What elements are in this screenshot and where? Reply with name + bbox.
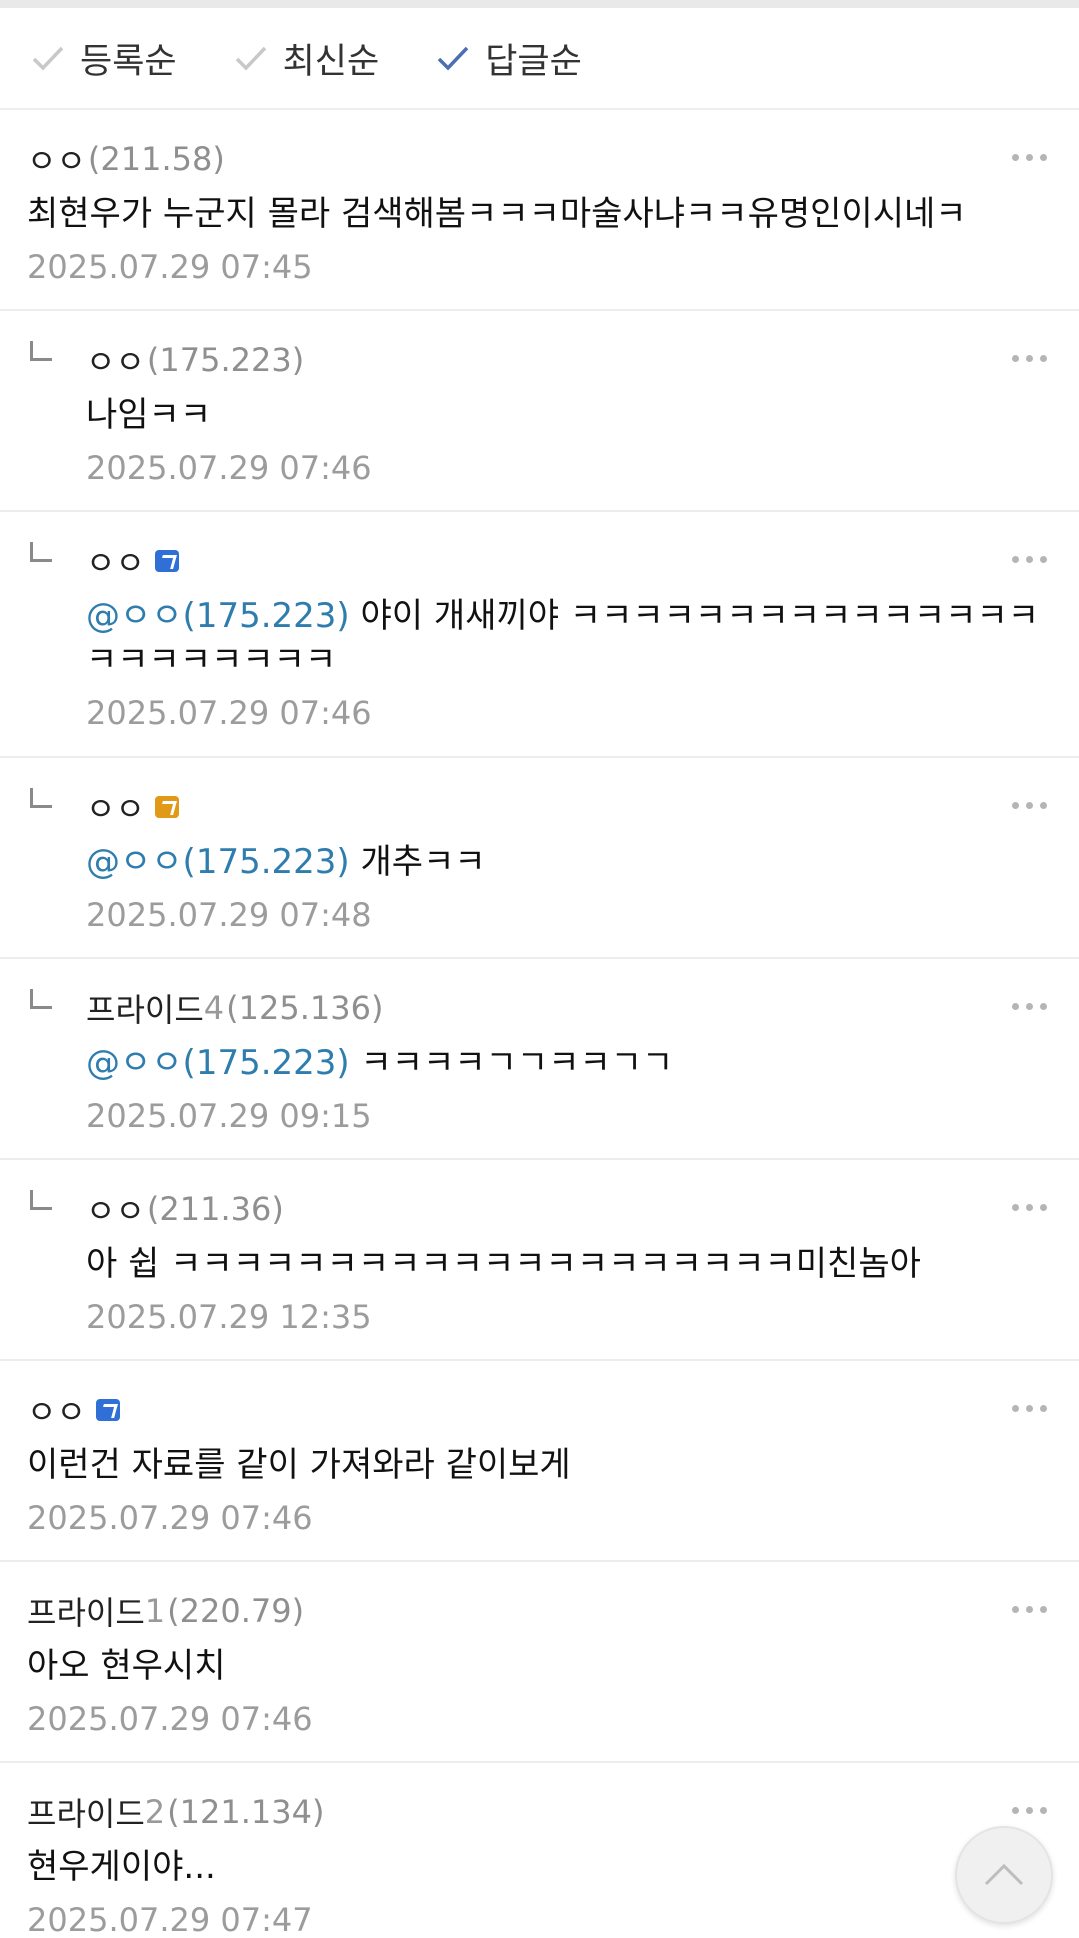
- top-divider: [0, 0, 1079, 8]
- comment-date: 2025.07.29 07:46: [27, 1499, 313, 1537]
- reply-item: ㅇㅇ @ㅇㅇ(175.223) 야이 개새끼야 ㅋㅋㅋㅋㅋㅋㅋㅋㅋㅋㅋㅋㅋㅋㅋㅋ…: [0, 512, 1079, 758]
- more-options-icon[interactable]: [1012, 355, 1047, 362]
- nickname[interactable]: 프라이드: [27, 1789, 145, 1835]
- comment-body: ㅋㅋㅋㅋㄱㄱㅋㅋㄱㄱ: [349, 1043, 674, 1083]
- fixed-nick-badge-icon: [95, 1399, 120, 1421]
- comment-date: 2025.07.29 07:46: [86, 694, 372, 732]
- comment-author: 프라이드 4 (125.136): [86, 983, 1039, 1033]
- nickname[interactable]: 프라이드: [86, 985, 204, 1031]
- mention-link[interactable]: @ㅇㅇ(175.223): [86, 1043, 350, 1083]
- comment-date: 2025.07.29 07:45: [27, 248, 313, 286]
- comment-author: 프라이드 2 (121.134): [27, 1787, 1039, 1837]
- comment-author: ㅇㅇ (175.223): [86, 335, 1039, 385]
- comment-author: ㅇㅇ: [86, 782, 1039, 832]
- nickname-number: 4: [203, 989, 225, 1027]
- comment-author: ㅇㅇ (211.36): [86, 1184, 1039, 1234]
- more-options-icon[interactable]: [1012, 1606, 1047, 1613]
- comment-item: ㅇㅇ (211.58) 최현우가 누군지 몰라 검색해봄ㅋㅋㅋ마술사냐ㅋㅋ유명인…: [0, 110, 1079, 311]
- fixed-nick-badge-icon: [154, 796, 179, 818]
- chevron-up-icon: [984, 1863, 1024, 1886]
- comment-date: 2025.07.29 07:47: [27, 1901, 313, 1938]
- nickname-number: 1: [144, 1592, 166, 1630]
- nickname[interactable]: ㅇㅇ: [86, 337, 145, 383]
- sort-latest[interactable]: 최신순: [233, 33, 380, 84]
- comment-date: 2025.07.29 07:46: [86, 449, 372, 487]
- reply-item: ㅇㅇ (211.36) 아 쉽 ㅋㅋㅋㅋㅋㅋㅋㅋㅋㅋㅋㅋㅋㅋㅋㅋㅋㅋㅋㅋ미친놈아…: [0, 1160, 1079, 1361]
- nickname[interactable]: ㅇㅇ: [86, 784, 145, 830]
- reply-arrow-icon: [30, 1190, 52, 1210]
- scroll-to-top-button[interactable]: [955, 1826, 1053, 1924]
- reply-arrow-icon: [30, 341, 52, 361]
- comment-date: 2025.07.29 07:48: [86, 896, 372, 934]
- comment-date: 2025.07.29 12:35: [86, 1298, 372, 1336]
- more-options-icon[interactable]: [1012, 556, 1047, 563]
- sort-latest-label: 최신순: [282, 41, 380, 82]
- comment-item: 프라이드 2 (121.134) 현우게이야... 2025.07.29 07:4…: [0, 1763, 1079, 1938]
- nickname[interactable]: 프라이드: [27, 1588, 145, 1634]
- ip-address: (125.136): [226, 989, 384, 1027]
- comment-date: 2025.07.29 07:46: [27, 1700, 313, 1738]
- mention-link[interactable]: @ㅇㅇ(175.223): [86, 596, 350, 636]
- comment-author: ㅇㅇ: [86, 536, 1039, 586]
- comment-text: 현우게이야...: [27, 1847, 216, 1887]
- comment-text: @ㅇㅇ(175.223) 야이 개새끼야 ㅋㅋㅋㅋㅋㅋㅋㅋㅋㅋㅋㅋㅋㅋㅋㅋㅋㅋㅋ…: [86, 594, 1039, 682]
- ip-address: (211.58): [87, 140, 225, 178]
- more-options-icon[interactable]: [1012, 802, 1047, 809]
- more-options-icon[interactable]: [1012, 1405, 1047, 1412]
- comment-author: ㅇㅇ (211.58): [27, 134, 1039, 184]
- nickname[interactable]: ㅇㅇ: [86, 1186, 145, 1232]
- comment-text: 아 쉽 ㅋㅋㅋㅋㅋㅋㅋㅋㅋㅋㅋㅋㅋㅋㅋㅋㅋㅋㅋㅋ미친놈아: [86, 1244, 921, 1284]
- more-options-icon[interactable]: [1012, 1003, 1047, 1010]
- fixed-nick-badge-icon: [154, 550, 179, 572]
- ip-address: (220.79): [167, 1592, 305, 1630]
- reply-arrow-icon: [30, 989, 52, 1009]
- ip-address: (211.36): [146, 1190, 284, 1228]
- comment-text: @ㅇㅇ(175.223) 개추ㅋㅋ: [86, 840, 1039, 884]
- sort-registered-label: 등록순: [80, 41, 177, 82]
- nickname[interactable]: ㅇㅇ: [86, 538, 145, 584]
- more-options-icon[interactable]: [1012, 154, 1047, 161]
- comment-body: 개추ㅋㅋ: [349, 842, 486, 882]
- reply-item: ㅇㅇ (175.223) 나임ㅋㅋ 2025.07.29 07:46: [0, 311, 1079, 512]
- comment-author: ㅇㅇ: [27, 1385, 1039, 1435]
- comment-text: @ㅇㅇ(175.223) ㅋㅋㅋㅋㄱㄱㅋㅋㄱㄱ: [86, 1041, 1039, 1085]
- comment-date: 2025.07.29 09:15: [86, 1097, 372, 1135]
- comment-text: 아오 현우시치: [27, 1646, 226, 1686]
- sort-replies-label: 답글순: [485, 41, 582, 82]
- ip-address: (121.134): [167, 1793, 325, 1831]
- comment-text: 최현우가 누군지 몰라 검색해봄ㅋㅋㅋ마술사냐ㅋㅋ유명인이시네ㅋ: [27, 194, 967, 234]
- reply-arrow-icon: [30, 788, 52, 808]
- comment-text: 이런건 자료를 같이 가져와라 같이보게: [27, 1445, 571, 1485]
- comment-item: ㅇㅇ 이런건 자료를 같이 가져와라 같이보게 2025.07.29 07:46: [0, 1361, 1079, 1562]
- sort-replies[interactable]: 답글순: [435, 33, 582, 84]
- sort-bar: 등록순 최신순 답글순: [0, 8, 1079, 110]
- more-options-icon[interactable]: [1012, 1807, 1047, 1814]
- more-options-icon[interactable]: [1012, 1204, 1047, 1211]
- sort-registered[interactable]: 등록순: [30, 33, 177, 84]
- check-icon: [32, 46, 64, 71]
- nickname[interactable]: ㅇㅇ: [27, 136, 86, 182]
- comment-text: 나임ㅋㅋ: [86, 395, 212, 435]
- mention-link[interactable]: @ㅇㅇ(175.223): [86, 842, 350, 882]
- reply-item: 프라이드 4 (125.136) @ㅇㅇ(175.223) ㅋㅋㅋㅋㄱㄱㅋㅋㄱㄱ …: [0, 959, 1079, 1160]
- comment-item: 프라이드 1 (220.79) 아오 현우시치 2025.07.29 07:46: [0, 1562, 1079, 1763]
- comment-author: 프라이드 1 (220.79): [27, 1586, 1039, 1636]
- check-icon: [235, 46, 266, 71]
- nickname-number: 2: [144, 1793, 166, 1831]
- reply-arrow-icon: [30, 542, 52, 562]
- ip-address: (175.223): [146, 341, 305, 379]
- reply-item: ㅇㅇ @ㅇㅇ(175.223) 개추ㅋㅋ 2025.07.29 07:48: [0, 758, 1079, 959]
- nickname[interactable]: ㅇㅇ: [27, 1387, 86, 1433]
- check-icon: [437, 46, 469, 71]
